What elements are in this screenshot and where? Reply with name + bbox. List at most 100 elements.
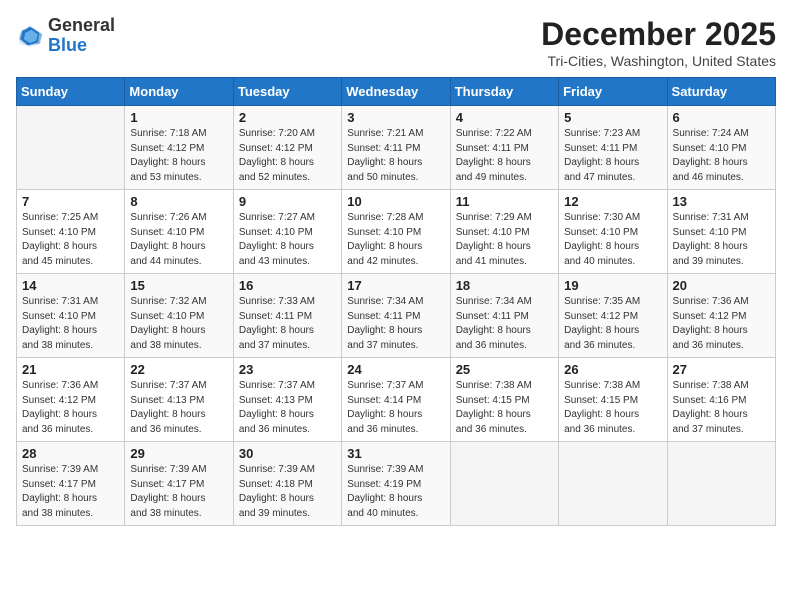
calendar-cell: 3Sunrise: 7:21 AM Sunset: 4:11 PM Daylig… [342, 106, 450, 190]
day-info: Sunrise: 7:39 AM Sunset: 4:17 PM Dayligh… [130, 463, 227, 521]
day-info: Sunrise: 7:23 AM Sunset: 4:11 PM Dayligh… [564, 127, 661, 185]
calendar-week-5: 28 Sunrise: 7:39 AM Sunset: 4:17 PM Dayli… [17, 442, 776, 526]
main-title: December 2025 [541, 16, 776, 53]
day-info: Sunrise: 7:18 AM Sunset: 4:12 PM Dayligh… [130, 127, 227, 185]
day-info: Sunrise: 7:21 AM Sunset: 4:11 PM Dayligh… [347, 127, 444, 185]
calendar-cell: 28 Sunrise: 7:39 AM Sunset: 4:17 PM Dayli… [17, 442, 125, 526]
day-info: Sunrise: 7:31 AM Sunset: 4:10 PM Dayligh… [22, 295, 119, 353]
calendar-cell: 30 Sunrise: 7:39 AM Sunset: 4:18 PM Dayli… [233, 442, 341, 526]
day-number: 7 [22, 194, 119, 209]
day-info: Sunrise: 7:30 AM Sunset: 4:10 PM Dayligh… [564, 211, 661, 269]
day-number: 24 [347, 362, 444, 377]
day-info: Sunrise: 7:31 AM Sunset: 4:10 PM Dayligh… [673, 211, 770, 269]
day-number: 30 [239, 446, 336, 461]
day-info: Sunrise: 7:38 AM Sunset: 4:16 PM Dayligh… [673, 379, 770, 437]
calendar-cell: 26Sunrise: 7:38 AM Sunset: 4:15 PM Dayli… [559, 358, 667, 442]
calendar-cell [450, 442, 558, 526]
logo-blue-text: Blue [48, 35, 87, 55]
day-number: 8 [130, 194, 227, 209]
calendar-header-saturday: Saturday [667, 78, 775, 106]
calendar-header-sunday: Sunday [17, 78, 125, 106]
calendar-header-tuesday: Tuesday [233, 78, 341, 106]
day-number: 5 [564, 110, 661, 125]
day-info: Sunrise: 7:22 AM Sunset: 4:11 PM Dayligh… [456, 127, 553, 185]
calendar-cell: 4 Sunrise: 7:22 AM Sunset: 4:11 PM Daylig… [450, 106, 558, 190]
day-number: 17 [347, 278, 444, 293]
day-number: 23 [239, 362, 336, 377]
logo: General Blue [16, 16, 115, 56]
subtitle: Tri-Cities, Washington, United States [541, 53, 776, 69]
day-number: 6 [673, 110, 770, 125]
day-info: Sunrise: 7:27 AM Sunset: 4:10 PM Dayligh… [239, 211, 336, 269]
day-number: 27 [673, 362, 770, 377]
day-info: Sunrise: 7:35 AM Sunset: 4:12 PM Dayligh… [564, 295, 661, 353]
calendar-cell: 18 Sunrise: 7:34 AM Sunset: 4:11 PM Dayli… [450, 274, 558, 358]
day-number: 29 [130, 446, 227, 461]
calendar-cell: 1 Sunrise: 7:18 AM Sunset: 4:12 PM Daylig… [125, 106, 233, 190]
day-info: Sunrise: 7:37 AM Sunset: 4:13 PM Dayligh… [130, 379, 227, 437]
logo-icon [16, 22, 44, 50]
calendar-cell [667, 442, 775, 526]
logo-text: General Blue [48, 16, 115, 56]
calendar-week-2: 7Sunrise: 7:25 AM Sunset: 4:10 PM Daylig… [17, 190, 776, 274]
day-info: Sunrise: 7:38 AM Sunset: 4:15 PM Dayligh… [564, 379, 661, 437]
day-info: Sunrise: 7:37 AM Sunset: 4:13 PM Dayligh… [239, 379, 336, 437]
calendar-cell: 12Sunrise: 7:30 AM Sunset: 4:10 PM Dayli… [559, 190, 667, 274]
calendar-cell: 8Sunrise: 7:26 AM Sunset: 4:10 PM Daylig… [125, 190, 233, 274]
logo-general-text: General [48, 15, 115, 35]
day-info: Sunrise: 7:34 AM Sunset: 4:11 PM Dayligh… [347, 295, 444, 353]
calendar-cell: 24 Sunrise: 7:37 AM Sunset: 4:14 PM Dayli… [342, 358, 450, 442]
calendar-cell: 29 Sunrise: 7:39 AM Sunset: 4:17 PM Dayli… [125, 442, 233, 526]
calendar-cell: 23 Sunrise: 7:37 AM Sunset: 4:13 PM Dayli… [233, 358, 341, 442]
calendar-cell [559, 442, 667, 526]
day-number: 4 [456, 110, 553, 125]
day-number: 18 [456, 278, 553, 293]
calendar-cell: 7Sunrise: 7:25 AM Sunset: 4:10 PM Daylig… [17, 190, 125, 274]
day-number: 1 [130, 110, 227, 125]
day-info: Sunrise: 7:34 AM Sunset: 4:11 PM Dayligh… [456, 295, 553, 353]
day-number: 2 [239, 110, 336, 125]
calendar-cell: 21Sunrise: 7:36 AM Sunset: 4:12 PM Dayli… [17, 358, 125, 442]
calendar-cell: 11 Sunrise: 7:29 AM Sunset: 4:10 PM Dayli… [450, 190, 558, 274]
day-info: Sunrise: 7:29 AM Sunset: 4:10 PM Dayligh… [456, 211, 553, 269]
calendar-cell: 25 Sunrise: 7:38 AM Sunset: 4:15 PM Dayli… [450, 358, 558, 442]
header: General Blue December 2025 Tri-Cities, W… [16, 16, 776, 69]
day-number: 10 [347, 194, 444, 209]
calendar-cell: 22 Sunrise: 7:37 AM Sunset: 4:13 PM Dayli… [125, 358, 233, 442]
calendar-cell: 16 Sunrise: 7:33 AM Sunset: 4:11 PM Dayli… [233, 274, 341, 358]
calendar-week-1: 1 Sunrise: 7:18 AM Sunset: 4:12 PM Daylig… [17, 106, 776, 190]
day-number: 22 [130, 362, 227, 377]
calendar-header-thursday: Thursday [450, 78, 558, 106]
calendar-cell: 27 Sunrise: 7:38 AM Sunset: 4:16 PM Dayli… [667, 358, 775, 442]
calendar-cell: 5 Sunrise: 7:23 AM Sunset: 4:11 PM Daylig… [559, 106, 667, 190]
day-number: 31 [347, 446, 444, 461]
day-number: 28 [22, 446, 119, 461]
calendar-week-4: 21Sunrise: 7:36 AM Sunset: 4:12 PM Dayli… [17, 358, 776, 442]
day-number: 14 [22, 278, 119, 293]
day-info: Sunrise: 7:38 AM Sunset: 4:15 PM Dayligh… [456, 379, 553, 437]
day-number: 25 [456, 362, 553, 377]
calendar-header-wednesday: Wednesday [342, 78, 450, 106]
day-number: 16 [239, 278, 336, 293]
day-info: Sunrise: 7:37 AM Sunset: 4:14 PM Dayligh… [347, 379, 444, 437]
calendar-cell: 20Sunrise: 7:36 AM Sunset: 4:12 PM Dayli… [667, 274, 775, 358]
day-number: 21 [22, 362, 119, 377]
title-area: December 2025 Tri-Cities, Washington, Un… [541, 16, 776, 69]
day-number: 15 [130, 278, 227, 293]
day-info: Sunrise: 7:33 AM Sunset: 4:11 PM Dayligh… [239, 295, 336, 353]
day-info: Sunrise: 7:36 AM Sunset: 4:12 PM Dayligh… [673, 295, 770, 353]
day-info: Sunrise: 7:20 AM Sunset: 4:12 PM Dayligh… [239, 127, 336, 185]
calendar-cell [17, 106, 125, 190]
day-info: Sunrise: 7:39 AM Sunset: 4:19 PM Dayligh… [347, 463, 444, 521]
day-info: Sunrise: 7:39 AM Sunset: 4:18 PM Dayligh… [239, 463, 336, 521]
calendar-cell: 6Sunrise: 7:24 AM Sunset: 4:10 PM Daylig… [667, 106, 775, 190]
day-number: 11 [456, 194, 553, 209]
calendar-week-3: 14 Sunrise: 7:31 AM Sunset: 4:10 PM Dayli… [17, 274, 776, 358]
day-info: Sunrise: 7:28 AM Sunset: 4:10 PM Dayligh… [347, 211, 444, 269]
calendar-header-row: SundayMondayTuesdayWednesdayThursdayFrid… [17, 78, 776, 106]
calendar-cell: 9Sunrise: 7:27 AM Sunset: 4:10 PM Daylig… [233, 190, 341, 274]
calendar-cell: 2 Sunrise: 7:20 AM Sunset: 4:12 PM Daylig… [233, 106, 341, 190]
calendar-header-friday: Friday [559, 78, 667, 106]
calendar-table: SundayMondayTuesdayWednesdayThursdayFrid… [16, 77, 776, 526]
day-info: Sunrise: 7:39 AM Sunset: 4:17 PM Dayligh… [22, 463, 119, 521]
